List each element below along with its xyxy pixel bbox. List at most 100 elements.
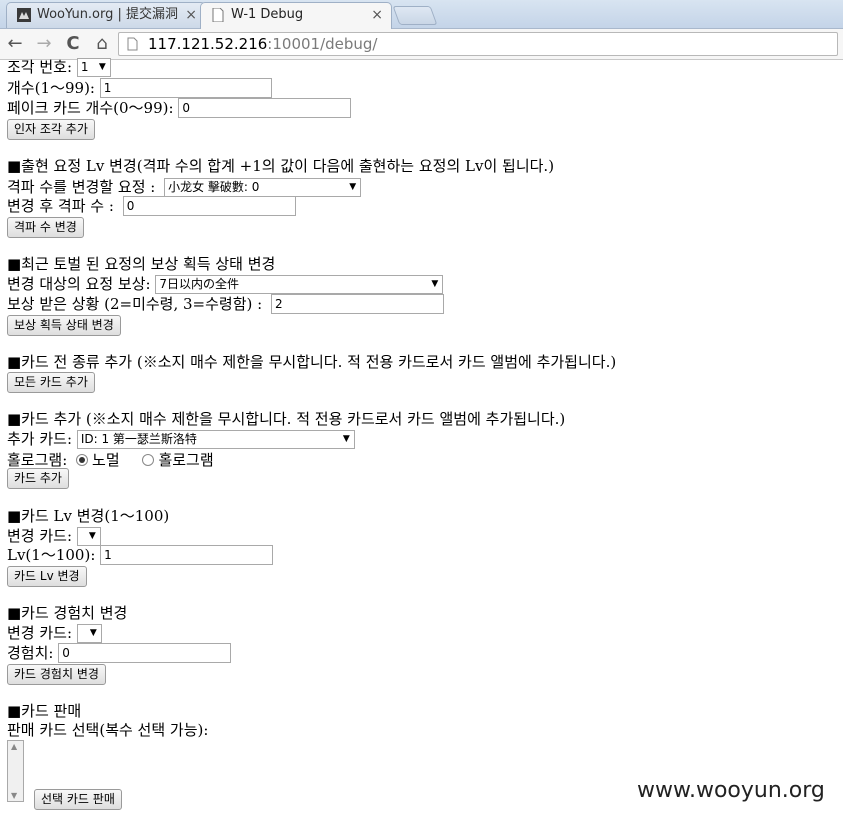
- change-card-exp-button[interactable]: 카드 경험치 변경: [7, 664, 106, 685]
- card-lv-card-label: 변경 카드:: [7, 527, 73, 545]
- card-exp-button-row: 카드 경험치 변경: [7, 664, 106, 685]
- after-count-input[interactable]: 0: [122, 196, 296, 216]
- tab-bar: WooYun.org | 提交漏洞 × W-1 Debug ×: [0, 0, 843, 29]
- card-lv-card-select[interactable]: ▼: [76, 526, 101, 546]
- close-icon[interactable]: ×: [371, 3, 383, 27]
- reward-status-row: 보상 받은 상황 (2=미수령, 3=수령함) : 2: [7, 294, 444, 314]
- dropdown-arrow-icon: ▼: [98, 61, 106, 72]
- add-card-button-row: 카드 추가: [7, 468, 69, 489]
- piece-no-row: 조각 번호: 1 ▼: [7, 57, 111, 77]
- card-lv-row: Lv(1～100): 1: [7, 545, 274, 565]
- piece-no-label: 조각 번호:: [7, 58, 73, 76]
- fairy-row: 격파 수를 변경할 요정 : 小龙女 擊破數: 0 ▼: [7, 177, 362, 197]
- sell-select-label: 판매 카드 선택(복수 선택 가능):: [7, 721, 209, 739]
- all-cards-heading: ■카드 전 종류 추가 (※소지 매수 제한을 무시합니다. 적 전용 카드로서…: [7, 353, 617, 371]
- tab-title: WooYun.org | 提交漏洞: [37, 7, 179, 22]
- browser-toolbar: ← → C ⌂ 117.121.52.216:10001/debug/: [0, 29, 843, 60]
- card-lv-input[interactable]: 1: [100, 545, 274, 565]
- reward-button-row: 보상 획득 상태 변경: [7, 315, 121, 336]
- reward-target-label: 변경 대상의 요정 보상:: [7, 275, 151, 293]
- reload-icon[interactable]: C: [62, 32, 84, 56]
- url-text: 117.121.52.216:10001/debug/: [148, 33, 377, 55]
- dropdown-arrow-icon: ▼: [89, 627, 97, 638]
- tab-title: W-1 Debug: [231, 7, 304, 22]
- add-card-label: 추가 카드:: [7, 430, 73, 448]
- card-exp-card-row: 변경 카드: ▼: [7, 623, 102, 643]
- hologram-radio-label: 홀로그램: [158, 451, 214, 469]
- dropdown-arrow-icon: ▼: [342, 433, 350, 444]
- count-input[interactable]: 1: [99, 78, 272, 98]
- card-exp-row: 경험치: 0: [7, 643, 232, 663]
- card-lv-card-row: 변경 카드: ▼: [7, 526, 101, 546]
- add-card-value: ID: 1 第一瑟兰斯洛特: [80, 431, 197, 446]
- add-card-select[interactable]: ID: 1 第一瑟兰斯洛特 ▼: [76, 429, 355, 449]
- sell-heading: ■카드 판매: [7, 702, 82, 720]
- card-exp-input[interactable]: 0: [58, 643, 232, 663]
- sell-selected-cards-button[interactable]: 선택 카드 판매: [34, 789, 122, 810]
- count-row: 개수(1～99): 1: [7, 78, 272, 98]
- card-exp-label: 경험치:: [7, 644, 54, 662]
- change-defeat-count-button[interactable]: 격파 수 변경: [7, 217, 84, 238]
- count-label: 개수(1～99):: [7, 79, 95, 97]
- reward-heading: ■최근 토벌 된 요정의 보상 획득 상태 변경: [7, 255, 276, 273]
- wooyun-favicon-icon: [17, 8, 31, 22]
- normal-radio-label: 노멀: [92, 451, 120, 469]
- home-icon[interactable]: ⌂: [91, 32, 113, 56]
- url-path: :10001/debug/: [267, 35, 378, 53]
- appear-heading: ■출현 요정 Lv 변경(격파 수의 합계 +1의 값이 다음에 출현하는 요정…: [7, 157, 555, 175]
- card-lv-heading: ■카드 Lv 변경(1～100): [7, 507, 170, 525]
- hologram-radio[interactable]: [142, 454, 155, 466]
- dropdown-arrow-icon: ▼: [349, 181, 357, 192]
- reward-target-row: 변경 대상의 요정 보상: 7日以内の全件 ▼: [7, 274, 444, 294]
- fairy-value: 小龙女 擊破數: 0: [168, 179, 260, 194]
- watermark: www.wooyun.org: [637, 778, 825, 803]
- sell-card-listbox[interactable]: ▲ ▼: [7, 740, 24, 802]
- add-all-cards-button[interactable]: 모든 카드 추가: [7, 372, 95, 393]
- change-card-lv-button[interactable]: 카드 Lv 변경: [7, 566, 87, 587]
- appear-button-row: 격파 수 변경: [7, 217, 84, 238]
- reward-status-label: 보상 받은 상황 (2=미수령, 3=수령함) :: [7, 295, 263, 313]
- change-reward-status-button[interactable]: 보상 획득 상태 변경: [7, 315, 121, 336]
- add-card-row: 추가 카드: ID: 1 第一瑟兰斯洛特 ▼: [7, 429, 355, 449]
- close-icon[interactable]: ×: [185, 3, 197, 27]
- after-count-label: 변경 후 격파 수 :: [7, 197, 114, 215]
- fairy-select[interactable]: 小龙女 擊破數: 0 ▼: [164, 177, 362, 197]
- tab-wooyun[interactable]: WooYun.org | 提交漏洞 ×: [6, 2, 206, 28]
- fake-count-row: 페이크 카드 개수(0～99): 0: [7, 98, 352, 118]
- fairy-label: 격파 수를 변경할 요정 :: [7, 178, 156, 196]
- card-exp-card-label: 변경 카드:: [7, 624, 73, 642]
- card-lv-label: Lv(1～100):: [7, 546, 96, 564]
- card-exp-card-select[interactable]: ▼: [76, 623, 102, 643]
- page-favicon-icon: [212, 8, 224, 22]
- forward-icon[interactable]: →: [33, 32, 55, 56]
- fake-count-input[interactable]: 0: [178, 98, 352, 118]
- dropdown-arrow-icon: ▼: [88, 530, 96, 541]
- normal-radio[interactable]: [76, 454, 89, 466]
- address-bar[interactable]: 117.121.52.216:10001/debug/: [118, 32, 838, 56]
- tab-debug[interactable]: W-1 Debug ×: [200, 2, 392, 29]
- scroll-down-icon[interactable]: ▼: [11, 791, 17, 800]
- add-card-heading: ■카드 추가 (※소지 매수 제한을 무시합니다. 적 전용 카드로서 카드 앨…: [7, 410, 566, 428]
- dropdown-arrow-icon: ▼: [431, 278, 439, 289]
- card-lv-button-row: 카드 Lv 변경: [7, 566, 87, 587]
- piece-no-value: 1: [80, 59, 89, 74]
- add-card-button[interactable]: 카드 추가: [7, 468, 69, 489]
- add-fragment-button[interactable]: 인자 조각 추가: [7, 119, 95, 140]
- page-icon: [127, 37, 138, 51]
- sell-button-row: 선택 카드 판매: [34, 789, 122, 810]
- reward-target-select[interactable]: 7日以内の全件 ▼: [155, 274, 444, 294]
- holo-row: 홀로그램: 노멀 홀로그램: [7, 450, 214, 469]
- piece-no-select[interactable]: 1 ▼: [76, 57, 111, 77]
- reward-target-value: 7日以内の全件: [159, 276, 239, 291]
- back-icon[interactable]: ←: [4, 32, 26, 56]
- reward-status-input[interactable]: 2: [270, 294, 444, 314]
- holo-label: 홀로그램:: [7, 451, 68, 469]
- all-cards-button-row: 모든 카드 추가: [7, 372, 95, 393]
- fragment-button-row: 인자 조각 추가: [7, 119, 95, 140]
- new-tab-button[interactable]: [392, 6, 438, 25]
- url-host: 117.121.52.216: [148, 35, 268, 53]
- fake-count-label: 페이크 카드 개수(0～99):: [7, 99, 174, 117]
- card-exp-heading: ■카드 경험치 변경: [7, 604, 128, 622]
- after-count-row: 변경 후 격파 수 : 0: [7, 196, 296, 216]
- scroll-up-icon[interactable]: ▲: [11, 742, 17, 751]
